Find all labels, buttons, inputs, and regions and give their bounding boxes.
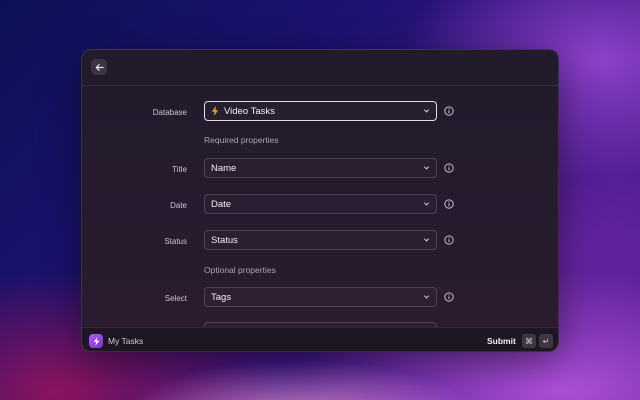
chevron-down-icon: [423, 166, 430, 170]
status-value: Status: [211, 234, 238, 246]
chevron-down-icon: [423, 202, 430, 206]
date-value: Date: [211, 198, 232, 210]
date-label: Date: [170, 201, 187, 210]
action-bar: My Tasks Submit ⌘ ↵: [82, 327, 558, 351]
title-value: Name: [211, 162, 237, 174]
app-icon: [89, 334, 103, 348]
submit-button[interactable]: Submit: [487, 336, 516, 346]
form-window: Database Video Tasks Required properties…: [81, 49, 559, 352]
select-dropdown[interactable]: Tags: [204, 287, 437, 307]
command-key-hint: ⌘: [522, 334, 536, 348]
database-value: Video Tasks: [224, 105, 275, 117]
lightning-bolt-icon: [211, 106, 219, 116]
title-dropdown[interactable]: Name: [204, 158, 437, 178]
info-icon[interactable]: [444, 235, 454, 245]
form-content: Database Video Tasks Required properties…: [82, 86, 558, 327]
required-properties-heading: Required properties: [204, 135, 279, 145]
enter-key-hint: ↵: [539, 334, 553, 348]
title-label: Title: [172, 165, 187, 174]
select-label: Select: [164, 294, 187, 303]
info-icon[interactable]: [444, 199, 454, 209]
database-label: Database: [152, 108, 187, 117]
chevron-down-icon: [423, 238, 430, 242]
chevron-down-icon: [423, 109, 430, 113]
optional-properties-heading: Optional properties: [204, 265, 276, 275]
back-button[interactable]: [91, 59, 107, 75]
info-icon[interactable]: [444, 163, 454, 173]
info-icon[interactable]: [444, 106, 454, 116]
lightning-bolt-icon: [93, 336, 99, 346]
info-icon[interactable]: [444, 292, 454, 302]
database-dropdown[interactable]: Video Tasks: [204, 101, 437, 121]
chevron-down-icon: [423, 295, 430, 299]
top-bar: [82, 50, 558, 86]
date-dropdown[interactable]: Date: [204, 194, 437, 214]
select-value: Tags: [211, 291, 232, 303]
arrow-left-icon: [95, 63, 104, 71]
status-dropdown[interactable]: Status: [204, 230, 437, 250]
status-label: Status: [164, 237, 187, 246]
app-name: My Tasks: [108, 336, 144, 346]
